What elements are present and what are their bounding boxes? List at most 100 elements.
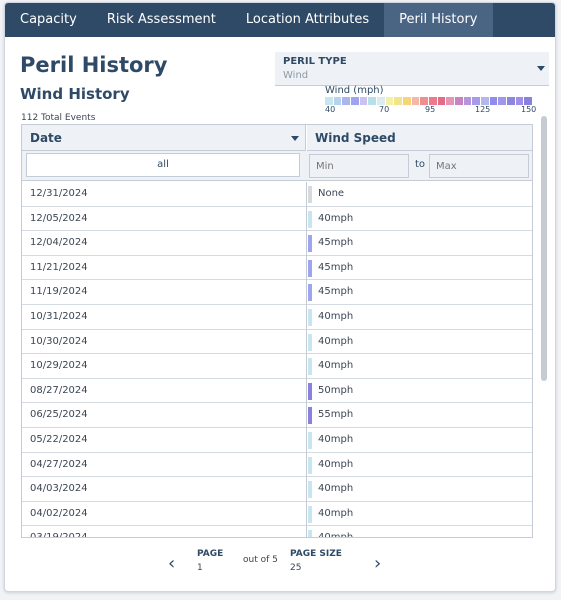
wind-speed-cell: 40mph <box>318 433 354 445</box>
table-row[interactable]: 04/27/2024 40mph <box>22 452 532 478</box>
legend-swatch <box>498 97 507 105</box>
legend-swatch <box>489 97 498 105</box>
legend-swatch <box>351 97 359 105</box>
table-row[interactable]: 04/02/2024 40mph <box>22 501 532 527</box>
total-events-count: 112 Total Events <box>21 113 96 123</box>
legend-tick: 125 <box>475 105 491 114</box>
speed-color-swatch <box>308 358 312 376</box>
tab-bar: Capacity Risk Assessment Location Attribut… <box>5 3 555 37</box>
legend-swatch <box>325 97 333 105</box>
speed-color-swatch <box>308 284 312 302</box>
table-row[interactable]: 10/31/2024 40mph <box>22 304 532 330</box>
legend-swatch <box>333 97 342 105</box>
legend-tick: 150 <box>521 105 537 114</box>
table-row[interactable]: 12/31/2024 None <box>22 182 532 207</box>
date-column-header[interactable]: Date <box>22 125 306 151</box>
table-row[interactable]: 11/21/2024 45mph <box>22 255 532 281</box>
column-divider <box>306 280 307 305</box>
speed-color-swatch <box>308 308 312 326</box>
table-row[interactable]: 06/25/2024 55mph <box>22 403 532 428</box>
legend-swatch <box>515 97 524 105</box>
legend-swatch <box>403 97 411 105</box>
wind-legend-bar <box>325 97 533 105</box>
table-row[interactable]: 03/19/2024 40mph <box>22 526 532 538</box>
table-row[interactable]: 11/19/2024 45mph <box>22 280 532 305</box>
wind-speed-column-header[interactable]: Wind Speed <box>307 125 532 151</box>
speed-color-swatch <box>308 456 312 474</box>
speed-color-swatch <box>308 186 312 203</box>
page-value[interactable]: 1 <box>197 563 203 573</box>
tab-capacity[interactable]: Capacity <box>5 3 92 37</box>
date-cell: 04/03/2024 <box>30 483 88 495</box>
sort-down-icon[interactable] <box>291 136 299 141</box>
legend-tick: 70 <box>379 105 390 114</box>
legend-swatch <box>368 97 377 105</box>
legend-swatch <box>359 97 368 105</box>
column-divider <box>306 304 307 330</box>
date-cell: 04/27/2024 <box>30 458 88 470</box>
date-cell: 11/21/2024 <box>30 261 88 273</box>
wind-speed-cell: 40mph <box>318 335 354 347</box>
wind-speed-cell: 40mph <box>318 212 354 224</box>
column-divider <box>306 206 307 232</box>
legend-tick: 95 <box>425 105 436 114</box>
column-divider <box>306 182 307 207</box>
date-cell: 10/31/2024 <box>30 310 88 322</box>
table-row[interactable]: 04/03/2024 40mph <box>22 477 532 502</box>
tab-peril-history[interactable]: Peril History <box>384 3 493 37</box>
legend-swatch <box>429 97 437 105</box>
legend-swatch <box>411 97 420 105</box>
table-row[interactable]: 10/30/2024 40mph <box>22 329 532 355</box>
wind-speed-cell: 50mph <box>318 384 354 396</box>
legend-swatch <box>420 97 429 105</box>
legend-swatch <box>446 97 455 105</box>
wind-history-table: Date Wind Speed all to 12/31/2024None12/… <box>21 124 533 538</box>
tab-location-attributes[interactable]: Location Attributes <box>231 3 384 37</box>
page-out-of: out of 5 <box>243 555 278 565</box>
date-cell: 10/29/2024 <box>30 360 88 372</box>
column-divider <box>306 477 307 502</box>
speed-color-swatch <box>308 530 312 537</box>
date-filter-select[interactable]: all <box>26 153 300 177</box>
legend-swatch <box>472 97 481 105</box>
scrollbar[interactable] <box>541 116 547 381</box>
column-divider <box>306 378 307 404</box>
legend-swatch <box>455 97 463 105</box>
max-speed-input[interactable] <box>429 154 529 178</box>
column-divider <box>306 329 307 355</box>
peril-type-select[interactable]: PERIL TYPE Wind <box>275 52 549 86</box>
speed-color-swatch <box>308 431 312 449</box>
filter-row: all to <box>22 151 532 181</box>
legend-tick: 40 <box>325 105 336 114</box>
column-divider <box>306 255 307 281</box>
legend-swatch <box>394 97 403 105</box>
legend-title: Wind (mph) <box>325 85 384 96</box>
speed-color-swatch <box>308 333 312 351</box>
min-speed-input[interactable] <box>309 154 409 178</box>
page-size-value[interactable]: 25 <box>290 563 301 573</box>
tab-risk-assessment[interactable]: Risk Assessment <box>92 3 231 37</box>
chevron-right-icon[interactable]: › <box>374 553 381 574</box>
speed-color-swatch <box>308 481 312 499</box>
table-row[interactable]: 12/04/2024 45mph <box>22 231 532 256</box>
table-row[interactable]: 12/05/2024 40mph <box>22 206 532 232</box>
table-row[interactable]: 10/29/2024 40mph <box>22 354 532 379</box>
date-cell: 05/22/2024 <box>30 433 88 445</box>
legend-swatch <box>377 97 385 105</box>
speed-color-swatch <box>308 259 312 277</box>
date-cell: 06/25/2024 <box>30 409 88 421</box>
date-cell: 12/04/2024 <box>30 237 88 249</box>
wind-speed-cell: 40mph <box>318 532 354 538</box>
speed-color-swatch <box>308 407 312 425</box>
chevron-left-icon[interactable]: ‹ <box>168 553 175 574</box>
date-cell: 04/02/2024 <box>30 507 88 519</box>
table-row[interactable]: 08/27/2024 50mph <box>22 378 532 404</box>
wind-speed-cell: 40mph <box>318 483 354 495</box>
peril-type-value: Wind <box>283 70 309 81</box>
table-body: 12/31/2024 None 12/05/2024 40mph 12/04/2024 4… <box>22 182 532 538</box>
column-divider <box>306 403 307 428</box>
wind-speed-cell: 40mph <box>318 507 354 519</box>
section-subtitle: Wind History <box>20 85 130 103</box>
date-header-label: Date <box>30 131 62 145</box>
table-row[interactable]: 05/22/2024 40mph <box>22 427 532 453</box>
